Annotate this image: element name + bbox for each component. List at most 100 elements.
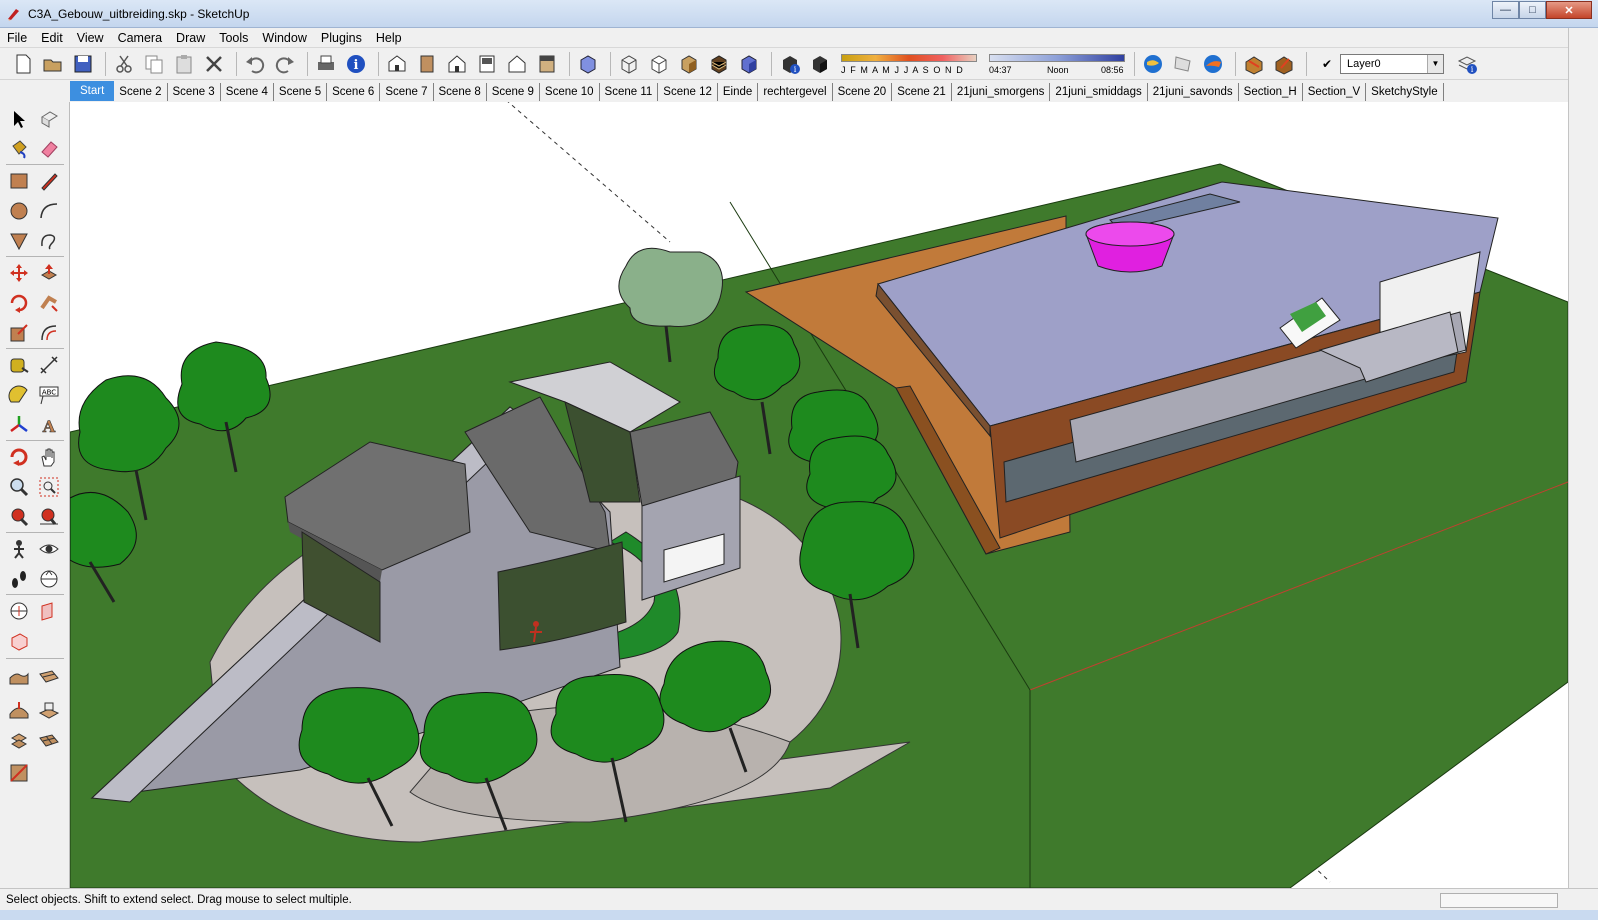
scene-tab[interactable]: Scene 5	[273, 83, 328, 101]
move-tool-icon[interactable]	[6, 260, 32, 286]
close-button[interactable]: ✕	[1546, 1, 1592, 19]
display-section-icon[interactable]	[36, 598, 62, 624]
model-viewport[interactable]	[70, 102, 1568, 888]
scene-tab[interactable]: Einde	[717, 83, 759, 101]
rotate-tool-icon[interactable]	[6, 290, 32, 316]
undo-icon[interactable]	[242, 51, 268, 77]
scene-tab[interactable]: Scene 7	[380, 83, 434, 101]
menu-file[interactable]: File	[0, 28, 34, 48]
shadow-settings-icon[interactable]: i	[777, 51, 803, 77]
scene-tab[interactable]: 21juni_savonds	[1147, 83, 1239, 101]
get-current-view-icon[interactable]	[1170, 51, 1196, 77]
menu-window[interactable]: Window	[255, 28, 313, 48]
dimension-tool-icon[interactable]	[36, 352, 62, 378]
follow-me-icon[interactable]	[36, 290, 62, 316]
maximize-button[interactable]: □	[1519, 1, 1546, 19]
copy-icon[interactable]	[141, 51, 167, 77]
pan-hand-icon[interactable]	[36, 444, 62, 470]
drape-tool-icon[interactable]	[6, 728, 32, 754]
redo-icon[interactable]	[272, 51, 298, 77]
smoove-tool-icon[interactable]	[6, 698, 32, 724]
top-view-icon[interactable]	[414, 51, 440, 77]
right-view-icon[interactable]	[474, 51, 500, 77]
axes-tool-icon[interactable]	[6, 412, 32, 438]
shadow-date-slider[interactable]: J F M A M J J A S O N D	[841, 50, 981, 78]
hidden-line-style-icon[interactable]	[646, 51, 672, 77]
scene-tab[interactable]: Scene 4	[220, 83, 274, 101]
monochrome-style-icon[interactable]	[736, 51, 762, 77]
position-camera-icon[interactable]	[6, 536, 32, 562]
scene-tab[interactable]: 21juni_smorgens	[951, 83, 1051, 101]
time-bar[interactable]	[989, 53, 1125, 62]
scene-tab[interactable]: Scene 10	[539, 83, 600, 101]
scene-tab[interactable]: Scene 8	[433, 83, 487, 101]
line-pencil-icon[interactable]	[36, 168, 62, 194]
chevron-down-icon[interactable]: ▼	[1427, 54, 1443, 73]
make-component-icon[interactable]	[36, 106, 62, 132]
shaded-textures-style-icon[interactable]	[706, 51, 732, 77]
section-cut-icon[interactable]	[6, 598, 32, 624]
arc-tool-icon[interactable]	[36, 198, 62, 224]
iso-view-icon[interactable]	[384, 51, 410, 77]
scene-tab[interactable]: Scene 21	[892, 83, 952, 101]
protractor-icon[interactable]	[6, 382, 32, 408]
share-model-icon[interactable]	[1271, 51, 1297, 77]
menu-view[interactable]: View	[70, 28, 111, 48]
menu-plugins[interactable]: Plugins	[314, 28, 369, 48]
display-shadows-icon[interactable]	[807, 51, 833, 77]
circle-tool-icon[interactable]	[6, 198, 32, 224]
zoom-window-icon[interactable]	[36, 474, 62, 500]
print-icon[interactable]	[313, 51, 339, 77]
polygon-tool-icon[interactable]	[6, 228, 32, 254]
scene-tab[interactable]: 21juni_smiddags	[1050, 83, 1148, 101]
scene-tab[interactable]: SketchyStyle	[1366, 83, 1444, 101]
eraser-icon[interactable]	[36, 136, 62, 162]
layer-select[interactable]: Layer0 ▼	[1340, 53, 1444, 74]
left-view-icon[interactable]	[534, 51, 560, 77]
scene-tab[interactable]: Scene 2	[114, 83, 168, 101]
measurements-box[interactable]	[1440, 893, 1558, 908]
text-tool-icon[interactable]: ABC	[36, 382, 62, 408]
stamp-tool-icon[interactable]	[36, 698, 62, 724]
new-file-icon[interactable]	[10, 51, 36, 77]
3d-text-icon[interactable]: A	[36, 412, 62, 438]
layer-manager-icon[interactable]: i	[1454, 51, 1480, 77]
offset-tool-icon[interactable]	[36, 320, 62, 346]
scene-tab[interactable]: Scene 9	[486, 83, 540, 101]
model-info-icon[interactable]: i	[343, 51, 369, 77]
scene-tab[interactable]: Scene 20	[832, 83, 893, 101]
push-pull-icon[interactable]	[36, 260, 62, 286]
flip-edge-icon[interactable]	[6, 760, 32, 786]
section-plane-icon[interactable]	[36, 566, 62, 592]
tape-measure-icon[interactable]	[6, 352, 32, 378]
paste-icon[interactable]	[171, 51, 197, 77]
menu-edit[interactable]: Edit	[34, 28, 70, 48]
scene-tab[interactable]: Scene 3	[167, 83, 221, 101]
section-fill-icon[interactable]	[6, 628, 32, 654]
look-around-eye-icon[interactable]	[36, 536, 62, 562]
xray-style-icon[interactable]	[575, 51, 601, 77]
menu-draw[interactable]: Draw	[169, 28, 212, 48]
select-tool-icon[interactable]	[6, 106, 32, 132]
sandbox-from-contours-icon[interactable]	[6, 664, 32, 690]
front-view-icon[interactable]	[444, 51, 470, 77]
scale-tool-icon[interactable]	[6, 320, 32, 346]
back-view-icon[interactable]	[504, 51, 530, 77]
scene-tab[interactable]: Scene 12	[658, 83, 718, 101]
place-model-icon[interactable]	[1200, 51, 1226, 77]
scene-tab[interactable]: Scene 6	[327, 83, 381, 101]
scene-tab[interactable]: rechtergevel	[758, 83, 833, 101]
open-folder-icon[interactable]	[40, 51, 66, 77]
shaded-style-icon[interactable]	[676, 51, 702, 77]
month-bar[interactable]	[841, 53, 977, 62]
google-earth-icon[interactable]	[1140, 51, 1166, 77]
shadow-time-slider[interactable]: 04:37 Noon 08:56	[989, 50, 1129, 78]
menu-help[interactable]: Help	[369, 28, 409, 48]
paint-bucket-icon[interactable]	[6, 136, 32, 162]
erase-delete-icon[interactable]	[201, 51, 227, 77]
menu-tools[interactable]: Tools	[212, 28, 255, 48]
wireframe-style-icon[interactable]	[616, 51, 642, 77]
add-detail-icon[interactable]	[36, 728, 62, 754]
orbit-tool-icon[interactable]	[6, 444, 32, 470]
save-icon[interactable]	[70, 51, 96, 77]
